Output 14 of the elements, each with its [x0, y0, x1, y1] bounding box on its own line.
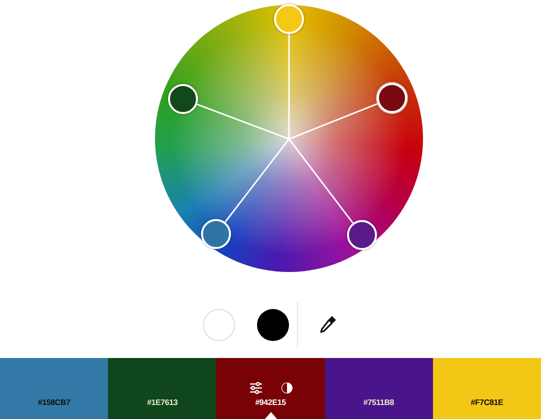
hex-label: #7511B8	[363, 398, 394, 407]
color-swatch[interactable]: #942E15	[216, 358, 325, 419]
sliders-icon[interactable]	[248, 382, 262, 394]
hex-label: #F7C81E	[470, 398, 504, 407]
color-swatch[interactable]: #7511B8	[324, 358, 433, 419]
color-swatch[interactable]: #158CB7	[0, 358, 108, 419]
hex-label: #1E7613	[146, 398, 178, 407]
hex-label: #158CB7	[38, 398, 70, 407]
color-swatch[interactable]: #1E7613	[108, 358, 216, 419]
selected-indicator-icon	[264, 412, 276, 419]
hex-label: #942E15	[255, 398, 286, 407]
contrast-icon[interactable]	[280, 382, 292, 394]
color-swatch[interactable]: #F7C81E	[432, 358, 541, 419]
shade-option-button[interactable]	[257, 309, 289, 342]
